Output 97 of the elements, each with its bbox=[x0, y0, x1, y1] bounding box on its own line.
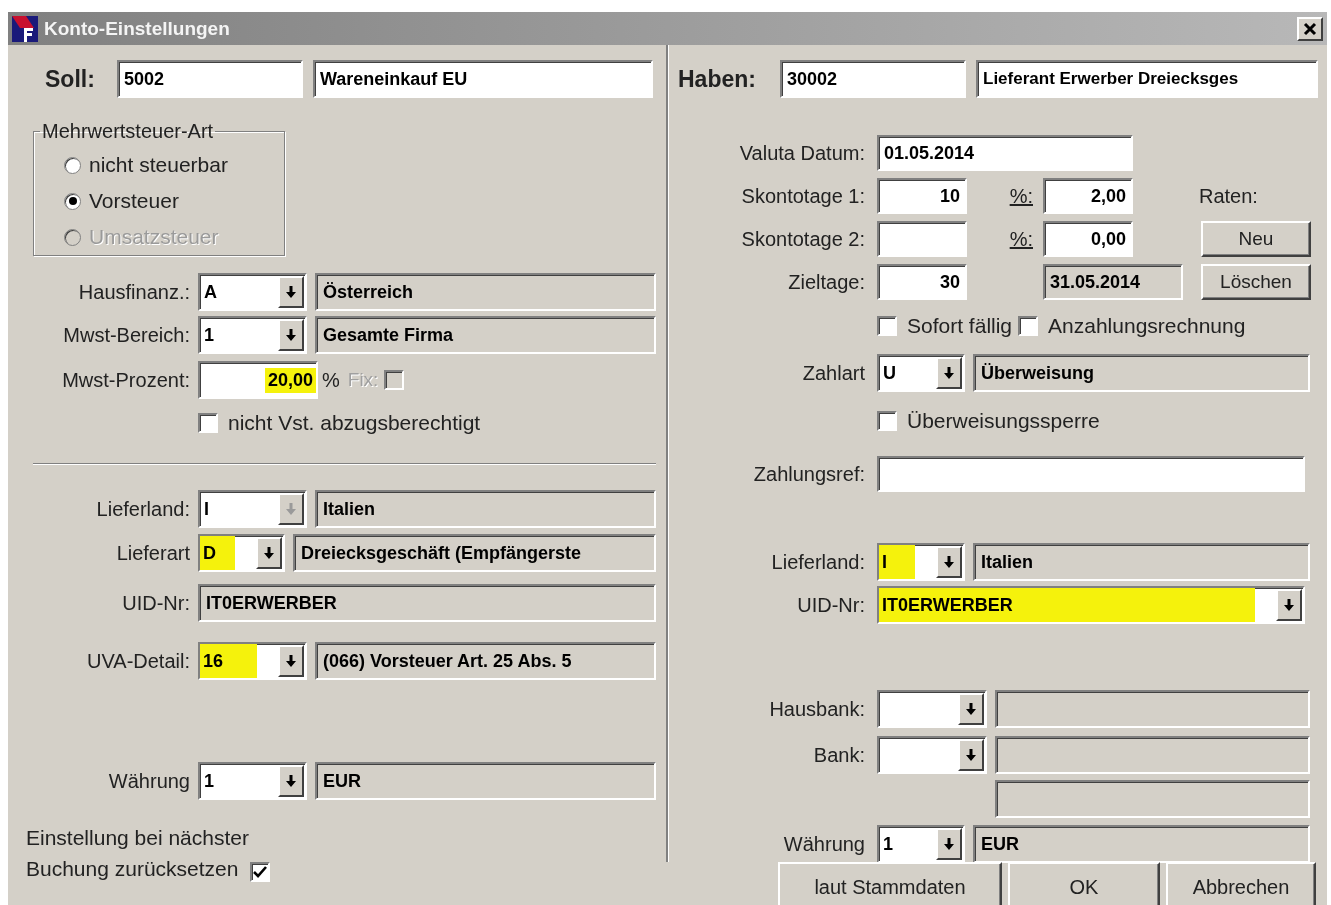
field-label: Lieferart bbox=[115, 541, 191, 565]
checkbox-label: Einstellung bei nächster Buchung zurücksetzen bbox=[26, 826, 249, 880]
field-label: UID-Nr: bbox=[121, 591, 191, 615]
field-label: Währung bbox=[782, 832, 866, 856]
down-arrow-icon bbox=[264, 547, 274, 559]
dropdown[interactable]: U bbox=[877, 354, 965, 392]
date-field[interactable]: 01.05.2014 bbox=[877, 135, 1133, 171]
field-label: UID-Nr: bbox=[796, 593, 866, 617]
dialog-button[interactable]: laut Stammdaten bbox=[778, 862, 1002, 905]
field-label: Lieferland: bbox=[95, 497, 191, 521]
field-label: Valuta Datum: bbox=[738, 141, 866, 165]
unit-label: % bbox=[322, 368, 340, 392]
checkbox[interactable] bbox=[384, 370, 405, 390]
field-label: Zieltage: bbox=[787, 270, 866, 294]
dropdown[interactable]: IT0ERWERBER bbox=[877, 586, 1305, 624]
dialog-button[interactable]: OK bbox=[1008, 862, 1160, 905]
dropdown[interactable]: I bbox=[877, 543, 965, 581]
checkbox-label: Anzahlungsrechnung bbox=[1048, 314, 1246, 338]
field-label: Zahlart bbox=[801, 361, 866, 385]
checkbox-label: Sofort fällig bbox=[907, 314, 1013, 338]
dropdown[interactable]: 1 bbox=[198, 316, 307, 354]
checkbox[interactable] bbox=[877, 316, 897, 336]
account-name-field[interactable]: Wareneinkauf EU bbox=[313, 60, 653, 98]
dropdown[interactable]: D bbox=[198, 534, 285, 572]
days-field[interactable] bbox=[877, 221, 967, 257]
field-label: UVA-Detail: bbox=[86, 649, 191, 673]
account-name-field[interactable]: Lieferant Erwerber Dreiecksges bbox=[976, 60, 1318, 98]
radio-label: Vorsteuer bbox=[89, 189, 179, 213]
radio-label: Umsatzsteuer bbox=[89, 225, 219, 249]
percent-field[interactable]: 2,00 bbox=[1043, 178, 1133, 214]
field-label: Lieferland: bbox=[770, 550, 866, 574]
down-arrow-icon bbox=[944, 556, 954, 568]
field-label: Mwst-Prozent: bbox=[61, 368, 191, 392]
down-arrow-icon bbox=[286, 286, 296, 298]
field-label: Hausbank: bbox=[768, 697, 866, 721]
dropdown[interactable] bbox=[877, 690, 987, 728]
dialog-button[interactable]: Abbrechen bbox=[1166, 862, 1316, 905]
description-field: (066) Vorsteuer Art. 25 Abs. 5 bbox=[315, 642, 656, 680]
description-field: Gesamte Firma bbox=[315, 316, 656, 354]
down-arrow-icon bbox=[286, 775, 296, 787]
uid-field: IT0ERWERBER bbox=[198, 584, 656, 622]
percent-field[interactable]: 20,00 bbox=[198, 361, 318, 399]
down-arrow-icon bbox=[966, 703, 976, 715]
radio-label: nicht steuerbar bbox=[89, 153, 228, 177]
down-arrow-icon bbox=[286, 655, 296, 667]
app-icon bbox=[12, 15, 38, 42]
dropdown[interactable]: 1 bbox=[198, 762, 307, 800]
field-label: Skontotage 1: bbox=[740, 184, 866, 208]
window-title: Konto-Einstellungen bbox=[44, 17, 231, 40]
description-field: Italien bbox=[973, 543, 1310, 581]
field-label: Soll: bbox=[45, 65, 96, 93]
field-label: Währung bbox=[107, 769, 191, 793]
dropdown[interactable] bbox=[877, 736, 987, 774]
down-arrow-icon bbox=[944, 838, 954, 850]
reference-field[interactable] bbox=[877, 456, 1305, 492]
field-label: Bank: bbox=[812, 743, 866, 767]
percent-label: %: bbox=[1009, 227, 1034, 251]
installments-label: Raten: bbox=[1199, 184, 1258, 208]
checkbox[interactable] bbox=[198, 413, 218, 433]
currency-field: EUR bbox=[315, 762, 656, 800]
account-number-field[interactable]: 5002 bbox=[117, 60, 303, 98]
due-date-field: 31.05.2014 bbox=[1043, 264, 1183, 300]
radio-button[interactable] bbox=[64, 156, 81, 174]
percent-field[interactable]: 0,00 bbox=[1043, 221, 1133, 257]
down-arrow-icon bbox=[286, 503, 296, 515]
checkbox[interactable] bbox=[250, 862, 271, 882]
dropdown[interactable]: 16 bbox=[198, 642, 307, 680]
field-label: Mwst-Bereich: bbox=[62, 323, 191, 347]
radio-button[interactable] bbox=[64, 192, 81, 210]
days-field[interactable]: 10 bbox=[877, 178, 967, 214]
checkbox[interactable] bbox=[1018, 316, 1039, 336]
percent-label: %: bbox=[1009, 184, 1034, 208]
down-arrow-icon bbox=[944, 367, 954, 379]
checkbox-label: nicht Vst. abzugsberechtigt bbox=[228, 411, 481, 435]
account-number-field[interactable]: 30002 bbox=[780, 60, 966, 98]
field-label: Skontotage 2: bbox=[740, 227, 866, 251]
days-field[interactable]: 30 bbox=[877, 264, 967, 300]
installment-button[interactable]: Löschen bbox=[1201, 264, 1311, 300]
field-label: Zahlungsref: bbox=[752, 462, 866, 486]
field-label: Haben: bbox=[678, 65, 757, 93]
currency-field: EUR bbox=[973, 825, 1310, 863]
installment-button[interactable]: Neu bbox=[1201, 221, 1311, 257]
description-field: Italien bbox=[315, 490, 656, 528]
close-button[interactable] bbox=[1297, 16, 1323, 41]
description-field: Österreich bbox=[315, 273, 656, 311]
down-arrow-icon bbox=[966, 749, 976, 761]
dropdown[interactable]: 1 bbox=[877, 825, 965, 863]
close-icon bbox=[1303, 21, 1317, 36]
field-label: Hausfinanz.: bbox=[77, 280, 191, 304]
dropdown[interactable]: A bbox=[198, 273, 307, 311]
group-label: Mehrwertsteuer-Art bbox=[41, 120, 215, 143]
down-arrow-icon bbox=[286, 329, 296, 341]
description-field: Überweisung bbox=[973, 354, 1310, 392]
checkbox-label: Überweisungssperre bbox=[907, 409, 1100, 433]
description-field: Dreiecksgeschäft (Empfängerste bbox=[293, 534, 656, 572]
checkbox[interactable] bbox=[877, 411, 897, 431]
down-arrow-icon bbox=[1284, 599, 1294, 611]
